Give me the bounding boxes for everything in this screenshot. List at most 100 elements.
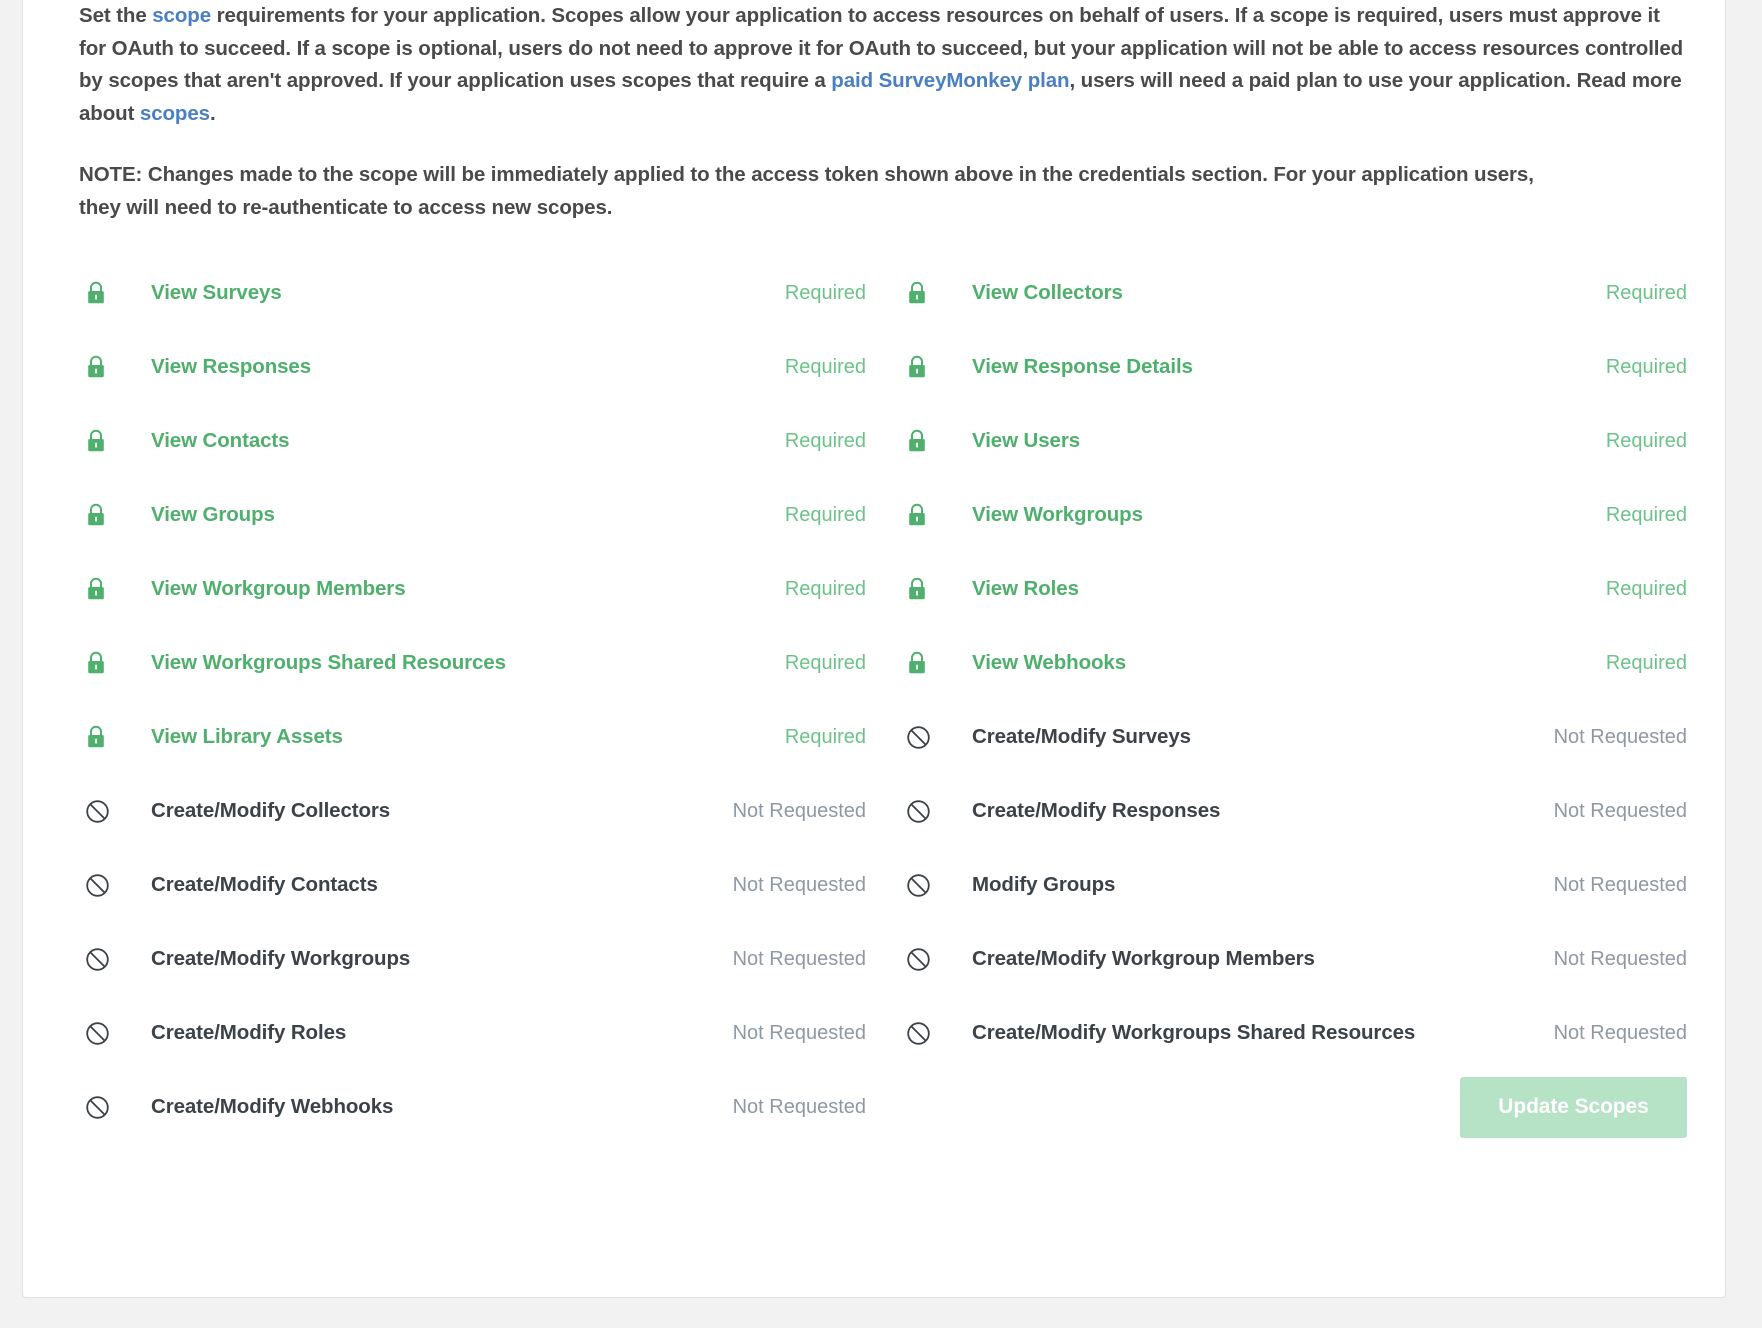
scope-status: Not Requested [1553,799,1687,822]
scopes-grid: View Surveys Required View Responses Requir… [53,256,1695,1144]
scope-status: Required [1605,651,1687,674]
scope-row[interactable]: Create/Modify Workgroups Shared Resource… [906,996,1695,1070]
scope-row[interactable]: View Workgroups Shared Resources Required [85,626,874,700]
scope-status: Required [784,503,866,526]
scope-label: Create/Modify Surveys [972,725,1191,748]
note-paragraph: NOTE: Changes made to the scope will be … [79,163,1534,219]
scope-label: Modify Groups [972,873,1116,896]
scope-status: Not Requested [1553,725,1687,748]
scope-status: Required [784,577,866,600]
scope-link[interactable]: scope [152,4,211,27]
scope-row[interactable]: View Workgroups Required [906,478,1695,552]
scope-row[interactable]: View Workgroup Members Required [85,552,874,626]
scope-label: View Workgroups [972,503,1143,526]
lock-icon[interactable] [85,428,129,454]
prohibited-icon[interactable] [906,725,950,750]
scope-label: View Surveys [151,281,282,304]
scopes-left-column: View Surveys Required View Responses Requir… [53,256,874,1144]
scope-status: Required [784,429,866,452]
lock-icon[interactable] [906,502,950,528]
scope-status: Required [784,725,866,748]
prohibited-icon[interactable] [85,1095,129,1120]
scope-label: Create/Modify Responses [972,799,1221,822]
scope-status: Not Requested [1553,947,1687,970]
prohibited-icon[interactable] [85,799,129,824]
scope-row[interactable]: View Users Required [906,404,1695,478]
scopes-right-column: View Collectors Required View Response Det… [874,256,1695,1144]
lock-icon[interactable] [906,280,950,306]
scope-label: Create/Modify Webhooks [151,1095,394,1118]
scope-label: View Groups [151,503,275,526]
lock-icon[interactable] [906,650,950,676]
prohibited-icon[interactable] [85,947,129,972]
lock-icon[interactable] [85,724,129,750]
lock-icon[interactable] [906,576,950,602]
update-scopes-row: Update Scopes [906,1070,1695,1144]
scope-status: Required [1605,355,1687,378]
scope-label: View Responses [151,355,312,378]
prohibited-icon[interactable] [906,873,950,898]
scope-row[interactable]: Create/Modify Webhooks Not Requested [85,1070,874,1144]
lock-icon[interactable] [85,280,129,306]
scope-row[interactable]: View Collectors Required [906,256,1695,330]
scope-row[interactable]: View Contacts Required [85,404,874,478]
scope-row[interactable]: Create/Modify Roles Not Requested [85,996,874,1070]
scope-label: Create/Modify Workgroups Shared Resource… [972,1021,1416,1044]
scope-row[interactable]: View Roles Required [906,552,1695,626]
prohibited-icon[interactable] [906,1021,950,1046]
scope-label: Create/Modify Roles [151,1021,347,1044]
intro-text-1: Set the [79,4,153,27]
scope-status: Required [1605,281,1687,304]
scope-status: Required [1605,429,1687,452]
scope-status: Required [784,281,866,304]
prohibited-icon[interactable] [85,1021,129,1046]
scope-row[interactable]: View Response Details Required [906,330,1695,404]
scope-label: View Collectors [972,281,1123,304]
scope-status: Not Requested [732,1021,866,1044]
scopes-link[interactable]: scopes [140,102,210,125]
scope-label: View Contacts [151,429,290,452]
paid-plan-link[interactable]: paid SurveyMonkey plan [831,69,1069,92]
intro-paragraph: Set the scope requirements for your appl… [53,0,1695,130]
scope-status: Required [784,355,866,378]
scope-status: Not Requested [1553,873,1687,896]
scope-row[interactable]: Create/Modify Contacts Not Requested [85,848,874,922]
scope-status: Not Requested [732,799,866,822]
update-scopes-button[interactable]: Update Scopes [1460,1076,1687,1138]
lock-icon[interactable] [85,354,129,380]
scope-label: View Webhooks [972,651,1127,674]
scope-status: Required [1605,503,1687,526]
lock-icon[interactable] [906,354,950,380]
scope-label: Create/Modify Contacts [151,873,378,896]
scope-label: View Library Assets [151,725,343,748]
lock-icon[interactable] [906,428,950,454]
scope-status: Not Requested [732,873,866,896]
lock-icon[interactable] [85,576,129,602]
scope-row[interactable]: Create/Modify Workgroups Not Requested [85,922,874,996]
scope-row[interactable]: Create/Modify Surveys Not Requested [906,700,1695,774]
scope-label: Create/Modify Workgroups [151,947,411,970]
scope-row[interactable]: Modify Groups Not Requested [906,848,1695,922]
scope-label: View Users [972,429,1081,452]
scope-label: View Workgroup Members [151,577,406,600]
scope-row[interactable]: View Library Assets Required [85,700,874,774]
lock-icon[interactable] [85,502,129,528]
lock-icon[interactable] [85,650,129,676]
prohibited-icon[interactable] [85,873,129,898]
scope-row[interactable]: Create/Modify Responses Not Requested [906,774,1695,848]
prohibited-icon[interactable] [906,799,950,824]
scope-label: Create/Modify Collectors [151,799,391,822]
scope-row[interactable]: View Surveys Required [85,256,874,330]
scope-row[interactable]: Create/Modify Workgroup Members Not Reque… [906,922,1695,996]
scopes-page: Set the scope requirements for your appl… [0,0,1762,1328]
scope-status: Required [784,651,866,674]
scope-status: Not Requested [1553,1021,1687,1044]
scope-status: Not Requested [732,1095,866,1118]
scope-row[interactable]: Create/Modify Collectors Not Requested [85,774,874,848]
scope-row[interactable]: View Webhooks Required [906,626,1695,700]
prohibited-icon[interactable] [906,947,950,972]
scope-row[interactable]: View Responses Required [85,330,874,404]
scope-row[interactable]: View Groups Required [85,478,874,552]
scope-label: View Response Details [972,355,1193,378]
scope-label: View Workgroups Shared Resources [151,651,506,674]
